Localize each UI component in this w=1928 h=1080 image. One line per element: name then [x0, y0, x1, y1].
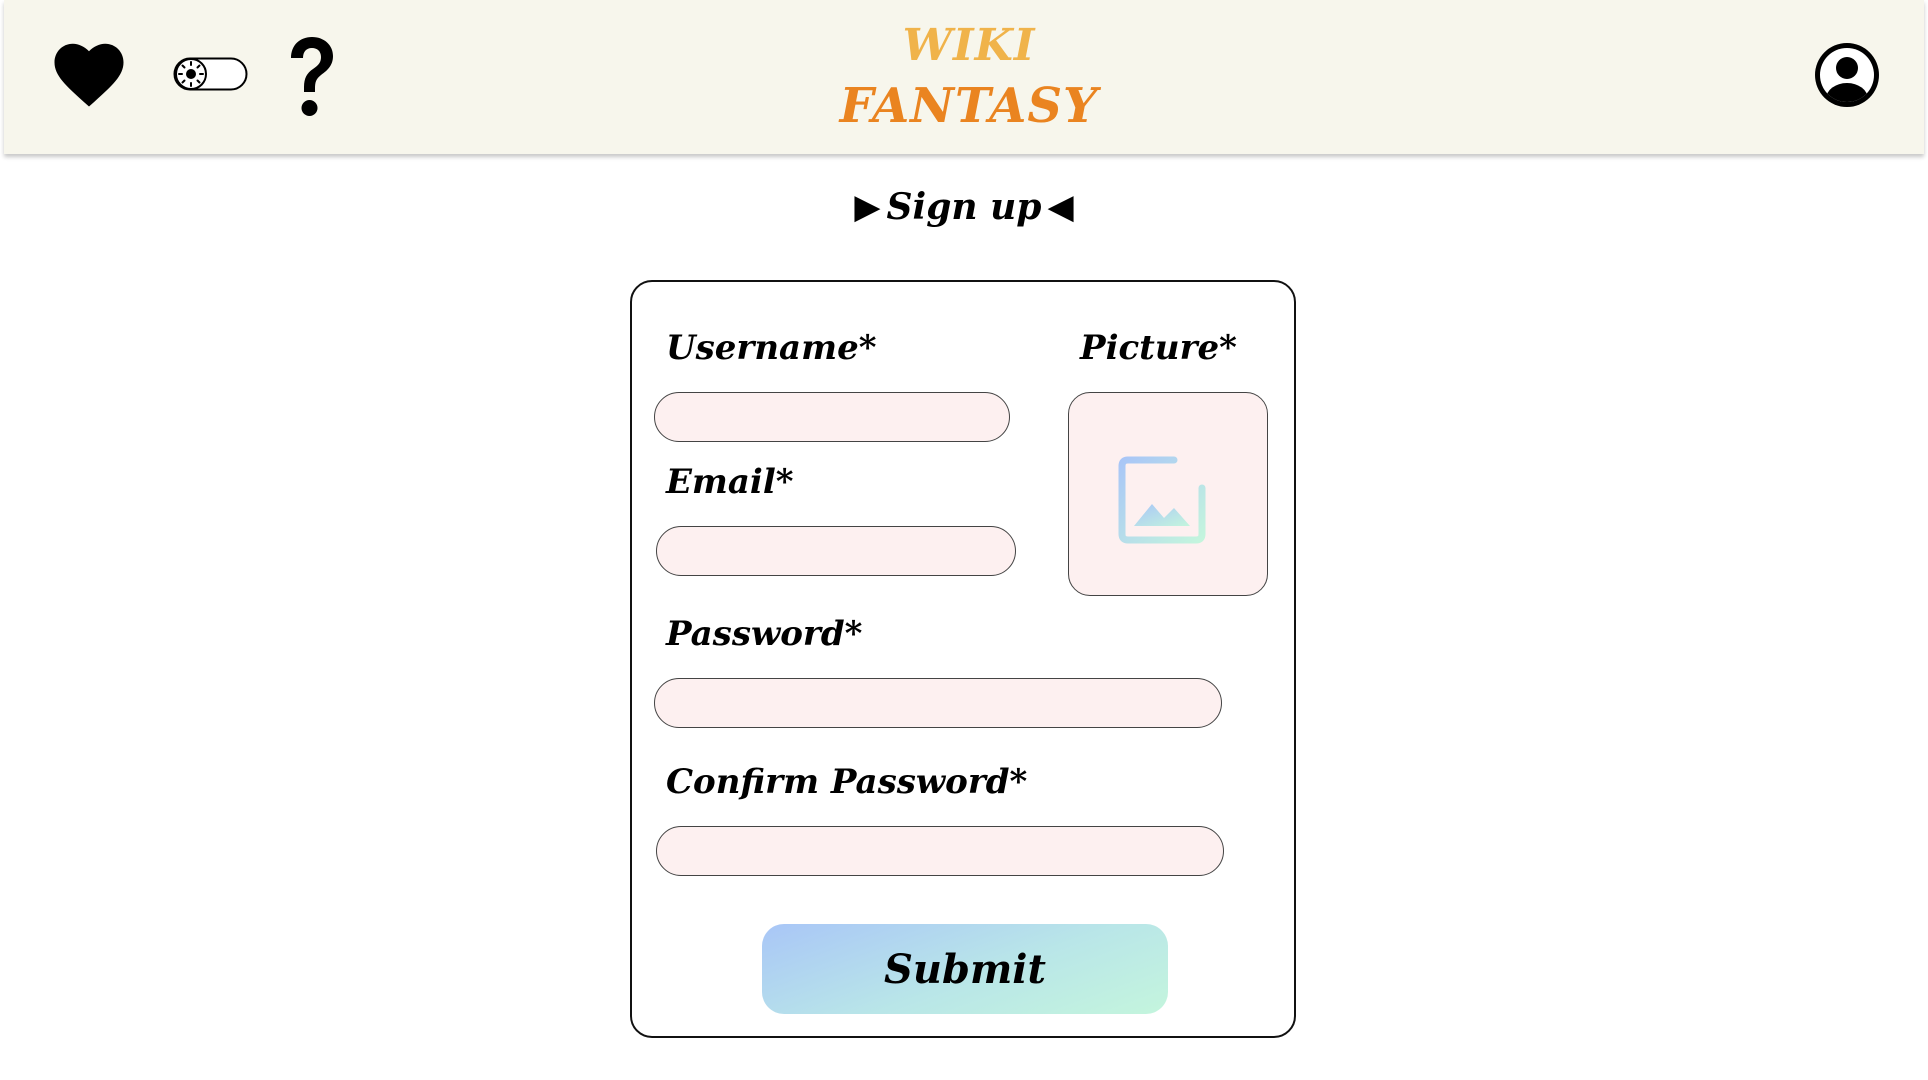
page: WIKI FANTASY ▶ Sign up ◀ Username* Pictu…	[0, 0, 1928, 1080]
confirm-password-label: Confirm Password*	[666, 762, 1028, 802]
help-icon	[291, 37, 333, 116]
theme-toggle-icon	[173, 57, 248, 91]
signup-form: Username* Picture* Email* Password* Conf…	[630, 280, 1296, 1038]
header-bar: WIKI FANTASY	[4, 0, 1924, 154]
heart-icon	[54, 43, 124, 107]
site-logo[interactable]: WIKI FANTASY	[824, 14, 1114, 144]
help-button[interactable]	[276, 30, 346, 124]
favorites-button[interactable]	[49, 35, 129, 115]
confirm-password-input[interactable]	[656, 826, 1224, 876]
right-arrow-icon: ▶	[854, 187, 881, 227]
username-input[interactable]	[654, 392, 1010, 442]
logo-text-top: WIKI	[902, 20, 1036, 71]
account-button[interactable]	[1810, 38, 1884, 112]
account-icon	[1815, 43, 1879, 107]
page-title-text: Sign up	[886, 186, 1042, 228]
username-label: Username*	[666, 328, 877, 368]
submit-button[interactable]: Submit	[762, 924, 1168, 1014]
page-title: ▶ Sign up ◀	[0, 186, 1928, 228]
picture-upload[interactable]	[1068, 392, 1268, 596]
add-image-icon	[1118, 442, 1214, 544]
logo-text-bottom: FANTASY	[839, 78, 1099, 134]
email-input[interactable]	[656, 526, 1016, 576]
password-input[interactable]	[654, 678, 1222, 728]
email-label: Email*	[666, 462, 794, 502]
password-label: Password*	[666, 614, 863, 654]
picture-label: Picture*	[1080, 328, 1237, 368]
left-arrow-icon: ◀	[1047, 187, 1074, 227]
theme-toggle[interactable]	[172, 52, 250, 96]
